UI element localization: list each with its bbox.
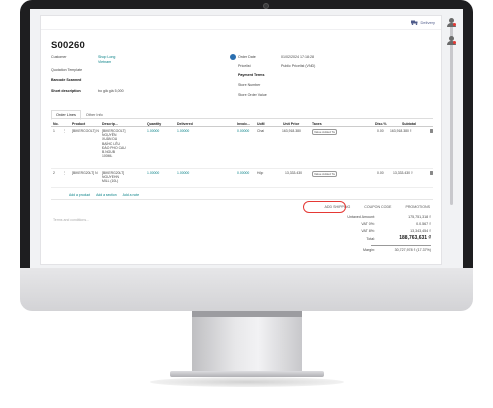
gear-icon xyxy=(230,54,236,60)
row-no: 1 xyxy=(53,129,55,133)
row-description[interactable]: [BIKERG20LT] NGUYEHN MILL (10L) xyxy=(102,171,124,184)
col-subtotal[interactable]: Subtotal xyxy=(402,122,416,126)
quotation-template-label: Quotation Template xyxy=(51,68,83,72)
drag-handle-icon[interactable]: ⋮ xyxy=(63,129,66,133)
coupon-code-button[interactable]: COUPON CODE xyxy=(361,203,394,211)
row-unit-price[interactable]: 163,918.380 xyxy=(282,129,301,133)
row-discount[interactable]: 0.00 xyxy=(377,129,384,133)
row-invoiced: 0.00000 xyxy=(237,129,250,133)
col-uom[interactable]: UoM xyxy=(257,122,265,126)
drag-handle-icon[interactable]: ⋮ xyxy=(63,171,66,175)
col-delivered[interactable]: Delivered xyxy=(177,122,193,126)
delivery-label: Delivery xyxy=(420,20,435,25)
user-icon[interactable] xyxy=(447,36,456,45)
truck-icon xyxy=(410,20,418,25)
col-invoiced[interactable]: Invoic... xyxy=(237,122,250,126)
vat8-value: 13,343,454 ₫ xyxy=(410,229,431,233)
col-taxes[interactable]: Taxes xyxy=(312,122,322,126)
row-product[interactable]: [BIKERCOOLT] N xyxy=(72,129,99,133)
untaxed-value: 175,751,318 ₫ xyxy=(408,215,431,219)
row-invoiced: 0.00000 xyxy=(237,171,250,175)
vat0-label: VAT 0%: xyxy=(361,222,375,226)
col-discount[interactable]: Disc.% xyxy=(375,122,386,126)
user-icon[interactable] xyxy=(447,18,456,27)
add-line-links: Add a product Add a section Add a note xyxy=(69,193,139,197)
row-discount[interactable]: 0.00 xyxy=(377,171,384,175)
desc-line: MILL (10L) xyxy=(102,179,119,184)
pricelist-label: Pricelist xyxy=(238,64,251,68)
stand-joint xyxy=(192,311,302,317)
table-row[interactable]: 1 ⋮ [BIKERCOOLT] N [BIKERCOOLT] NGUYÊN X… xyxy=(51,128,433,169)
monitor-chin xyxy=(20,268,473,311)
row-description[interactable]: [BIKERCOOLT] NGUYÊN XUÂN DU BAÍHC LÊU ĐÀ… xyxy=(102,129,126,158)
order-date-value[interactable]: 01/02/2024 17:18:28 xyxy=(281,55,314,59)
col-description[interactable]: Descrip... xyxy=(102,122,118,126)
desc-line: 100ML xyxy=(102,154,113,159)
row-delivered[interactable]: 1.00000 xyxy=(177,129,189,133)
store-order-value-label: Store Order Value xyxy=(238,93,267,97)
row-tax-badge[interactable]: Value Added Ta xyxy=(312,170,337,177)
row-delivered[interactable]: 1.00000 xyxy=(177,171,189,175)
row-unit-price[interactable]: 13,333.430 xyxy=(285,171,302,175)
right-panel xyxy=(448,9,463,268)
barcode-scanned-label: Barcode Scanned xyxy=(51,78,82,82)
smart-button-bar: Delivery xyxy=(41,16,441,30)
totals-divider xyxy=(371,245,431,246)
total-value: 188,763,631 ₫ xyxy=(399,235,431,241)
trash-icon[interactable] xyxy=(430,129,433,134)
customer-label: Customer xyxy=(51,55,67,59)
highlight-annotation xyxy=(303,201,346,213)
terms-field[interactable]: Terms and conditions... xyxy=(53,218,89,222)
col-unit-price[interactable]: Unit Price xyxy=(283,122,299,126)
order-date-label: Order Date xyxy=(238,55,256,59)
pricelist-value[interactable]: Public Pricelist (VND) xyxy=(281,64,315,68)
stand-shadow xyxy=(150,377,344,387)
add-product-link[interactable]: Add a product xyxy=(69,193,90,197)
row-uom[interactable]: Chai xyxy=(257,129,264,133)
vat8-label: VAT 8%: xyxy=(361,229,375,233)
store-number-label: Store Number xyxy=(238,83,261,87)
col-product[interactable]: Product xyxy=(72,122,85,126)
row-subtotal: 163,918.380 ₫ xyxy=(390,129,412,133)
row-uom[interactable]: Hộp xyxy=(257,171,263,175)
row-quantity[interactable]: 1.00000 xyxy=(147,171,159,175)
order-lines-header: No. Product Descrip... Quantity Delivere… xyxy=(51,120,433,127)
payment-terms-label: Payment Terms xyxy=(238,73,265,77)
sale-order-form: Delivery S00260 Customer Shop Long Vietn… xyxy=(40,15,442,265)
customer-value[interactable]: Shop Long Vietnam xyxy=(98,55,115,64)
promotions-button[interactable]: PROMOTIONS xyxy=(402,203,433,211)
imac-mockup: Delivery S00260 Customer Shop Long Vietn… xyxy=(0,0,493,408)
footer-buttons: ADD SHIPPING COUPON CODE PROMOTIONS xyxy=(51,203,433,211)
trash-icon[interactable] xyxy=(430,171,433,176)
margin-value: 30,727,978 ₫ (17.37%) xyxy=(394,248,431,252)
table-row[interactable]: 2 ⋮ [BIKERG20LT] N [BIKERG20LT] NGUYEHN … xyxy=(51,170,433,188)
add-section-link[interactable]: Add a section xyxy=(96,193,117,197)
short-description-value[interactable]: bo giả giá 5,000 xyxy=(98,89,124,93)
screen: Delivery S00260 Customer Shop Long Vietn… xyxy=(30,9,463,268)
row-quantity[interactable]: 1.00000 xyxy=(147,129,159,133)
tab-divider xyxy=(51,118,433,119)
row-no: 2 xyxy=(53,171,55,175)
scrollbar[interactable] xyxy=(450,25,453,205)
vat0-value: 0.0.567 ₫ xyxy=(416,222,431,226)
untaxed-label: Untaxed Amount: xyxy=(347,215,375,219)
order-title: S00260 xyxy=(51,40,85,51)
short-description-label: Short description xyxy=(51,89,81,93)
delivery-smart-button[interactable]: Delivery xyxy=(410,20,435,25)
col-no[interactable]: No. xyxy=(53,122,59,126)
margin-label: Margin: xyxy=(363,248,375,252)
col-quantity[interactable]: Quantity xyxy=(147,122,161,126)
add-note-link[interactable]: Add a note xyxy=(123,193,139,197)
row-tax-badge[interactable]: Value Added Ta xyxy=(312,128,337,135)
monitor-stand xyxy=(192,311,302,371)
row-product[interactable]: [BIKERG20LT] N xyxy=(72,171,98,175)
total-label: Total: xyxy=(366,237,375,241)
divider xyxy=(51,199,433,200)
row-subtotal: 13,333.430 ₫ xyxy=(393,171,413,175)
